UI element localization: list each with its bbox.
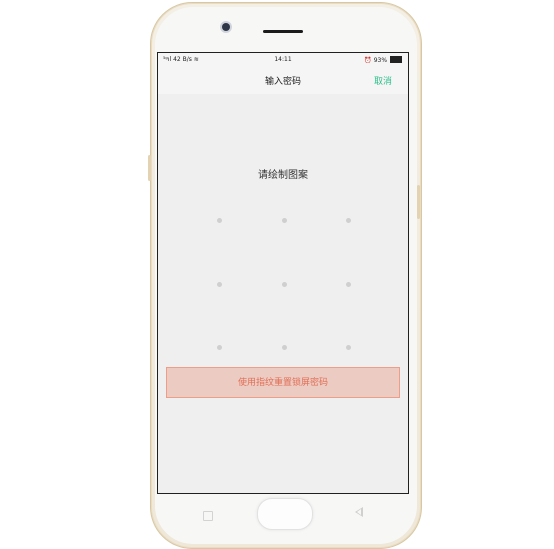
draw-pattern-prompt: 请绘制图案 bbox=[258, 170, 308, 181]
pattern-dot[interactable] bbox=[282, 218, 287, 223]
cancel-button[interactable]: 取消 bbox=[374, 74, 392, 87]
phone-screen: ⁵ᵍıl 42 B/s ≋ 14:11 ⏰ 93% 输入密码 取消 请绘制图案 … bbox=[157, 52, 409, 494]
page-title: 输入密码 bbox=[264, 77, 301, 87]
recent-apps-icon[interactable] bbox=[203, 511, 213, 521]
pattern-dot[interactable] bbox=[217, 218, 222, 223]
power-button bbox=[417, 185, 420, 219]
battery-percent: ⏰ 93% bbox=[364, 57, 388, 64]
pattern-dot[interactable] bbox=[346, 218, 351, 223]
pattern-dot[interactable] bbox=[282, 345, 287, 350]
fingerprint-reset-button[interactable]: 使用指纹重置锁屏密码 bbox=[166, 367, 400, 398]
home-button[interactable] bbox=[257, 498, 313, 530]
back-icon[interactable] bbox=[355, 507, 363, 517]
front-camera bbox=[222, 23, 230, 31]
earpiece-speaker bbox=[263, 30, 303, 33]
pattern-dot[interactable] bbox=[346, 282, 351, 287]
pattern-dot[interactable] bbox=[217, 345, 222, 350]
pattern-dot[interactable] bbox=[282, 282, 287, 287]
battery-icon bbox=[390, 56, 402, 63]
alarm-battery-status: ⏰ 93% bbox=[364, 56, 402, 64]
pattern-dot[interactable] bbox=[217, 282, 222, 287]
volume-button bbox=[148, 155, 151, 181]
pattern-dot[interactable] bbox=[346, 345, 351, 350]
title-bar: 输入密码 取消 bbox=[158, 66, 408, 94]
status-bar: ⁵ᵍıl 42 B/s ≋ 14:11 ⏰ 93% bbox=[158, 53, 408, 66]
